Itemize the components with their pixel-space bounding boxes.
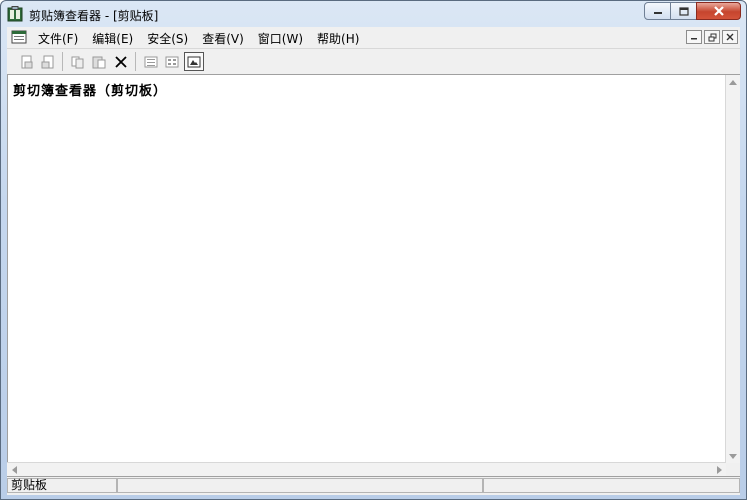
status-pane-main: 剪贴板 — [7, 478, 117, 493]
application-window: 剪贴簿查看器 - [剪贴板] 文件(F) 编辑(E) 安全(S) 查看(V) 窗… — [0, 0, 747, 500]
mdi-minimize-button[interactable] — [686, 30, 702, 44]
menu-bar: 文件(F) 编辑(E) 安全(S) 查看(V) 窗口(W) 帮助(H) — [7, 27, 740, 49]
menu-file[interactable]: 文件(F) — [31, 30, 85, 47]
clipbook-app-icon[interactable] — [7, 6, 23, 22]
status-bar: 剪贴板 — [7, 476, 740, 495]
minimize-icon — [653, 12, 662, 14]
menu-window[interactable]: 窗口(W) — [251, 30, 310, 47]
copy-to-clipboard-icon — [41, 55, 54, 68]
paste-to-page-button[interactable] — [17, 52, 37, 71]
close-button[interactable] — [696, 2, 741, 20]
title-bar[interactable]: 剪贴簿查看器 - [剪贴板] — [1, 1, 746, 27]
menu-items: 文件(F) 编辑(E) 安全(S) 查看(V) 窗口(W) 帮助(H) — [31, 30, 366, 47]
scroll-right-button[interactable] — [712, 463, 726, 477]
status-pane-right — [483, 478, 740, 493]
maximize-button[interactable] — [670, 2, 697, 20]
thumbnails-icon — [165, 56, 179, 67]
copy-button[interactable] — [68, 52, 88, 71]
arrow-right-icon — [716, 466, 722, 474]
scroll-left-button[interactable] — [7, 463, 21, 477]
table-of-contents-icon — [144, 56, 158, 67]
minimize-button[interactable] — [644, 2, 671, 20]
full-page-icon — [187, 56, 201, 67]
delete-button[interactable] — [111, 52, 131, 71]
table-of-contents-button[interactable] — [141, 52, 161, 71]
toolbar-separator — [62, 52, 63, 71]
maximize-icon — [678, 6, 689, 16]
mdi-restore-button[interactable] — [704, 30, 720, 44]
scroll-up-button[interactable] — [726, 75, 740, 89]
full-page-button[interactable] — [184, 52, 204, 71]
close-icon — [726, 33, 734, 41]
thumbnails-button[interactable] — [162, 52, 182, 71]
window-title: 剪贴簿查看器 - [剪贴板] — [29, 9, 159, 23]
arrow-left-icon — [11, 466, 17, 474]
arrow-down-icon — [729, 453, 737, 459]
clipboard-text: 剪切簿查看器（剪切板） — [13, 84, 168, 99]
mdi-caption-buttons — [686, 30, 738, 44]
client-area: 文件(F) 编辑(E) 安全(S) 查看(V) 窗口(W) 帮助(H) 剪切簿查… — [7, 27, 740, 495]
horizontal-scrollbar[interactable] — [7, 462, 726, 477]
paste-to-page-icon — [21, 55, 33, 68]
menu-view[interactable]: 查看(V) — [195, 30, 251, 47]
vertical-scrollbar[interactable] — [725, 75, 740, 463]
caption-buttons — [644, 2, 741, 20]
arrow-up-icon — [729, 79, 737, 85]
scroll-down-button[interactable] — [726, 449, 740, 463]
toolbar — [7, 49, 740, 75]
clipboard-content-area[interactable]: 剪切簿查看器（剪切板） — [7, 75, 726, 463]
paste-button[interactable] — [89, 52, 109, 71]
scrollbar-corner — [726, 463, 740, 477]
toolbar-separator — [135, 52, 136, 71]
document-system-menu-icon[interactable] — [11, 30, 27, 44]
delete-icon — [115, 55, 127, 68]
menu-security[interactable]: 安全(S) — [140, 30, 195, 47]
status-pane-middle — [117, 478, 483, 493]
menu-help[interactable]: 帮助(H) — [310, 30, 366, 47]
mdi-close-button[interactable] — [722, 30, 738, 44]
copy-icon — [71, 56, 84, 68]
copy-to-clipboard-button[interactable] — [38, 52, 58, 71]
paste-icon — [92, 56, 106, 68]
minimize-icon — [691, 38, 697, 40]
close-icon — [713, 6, 724, 16]
menu-edit[interactable]: 编辑(E) — [85, 30, 140, 47]
restore-icon — [708, 33, 716, 41]
